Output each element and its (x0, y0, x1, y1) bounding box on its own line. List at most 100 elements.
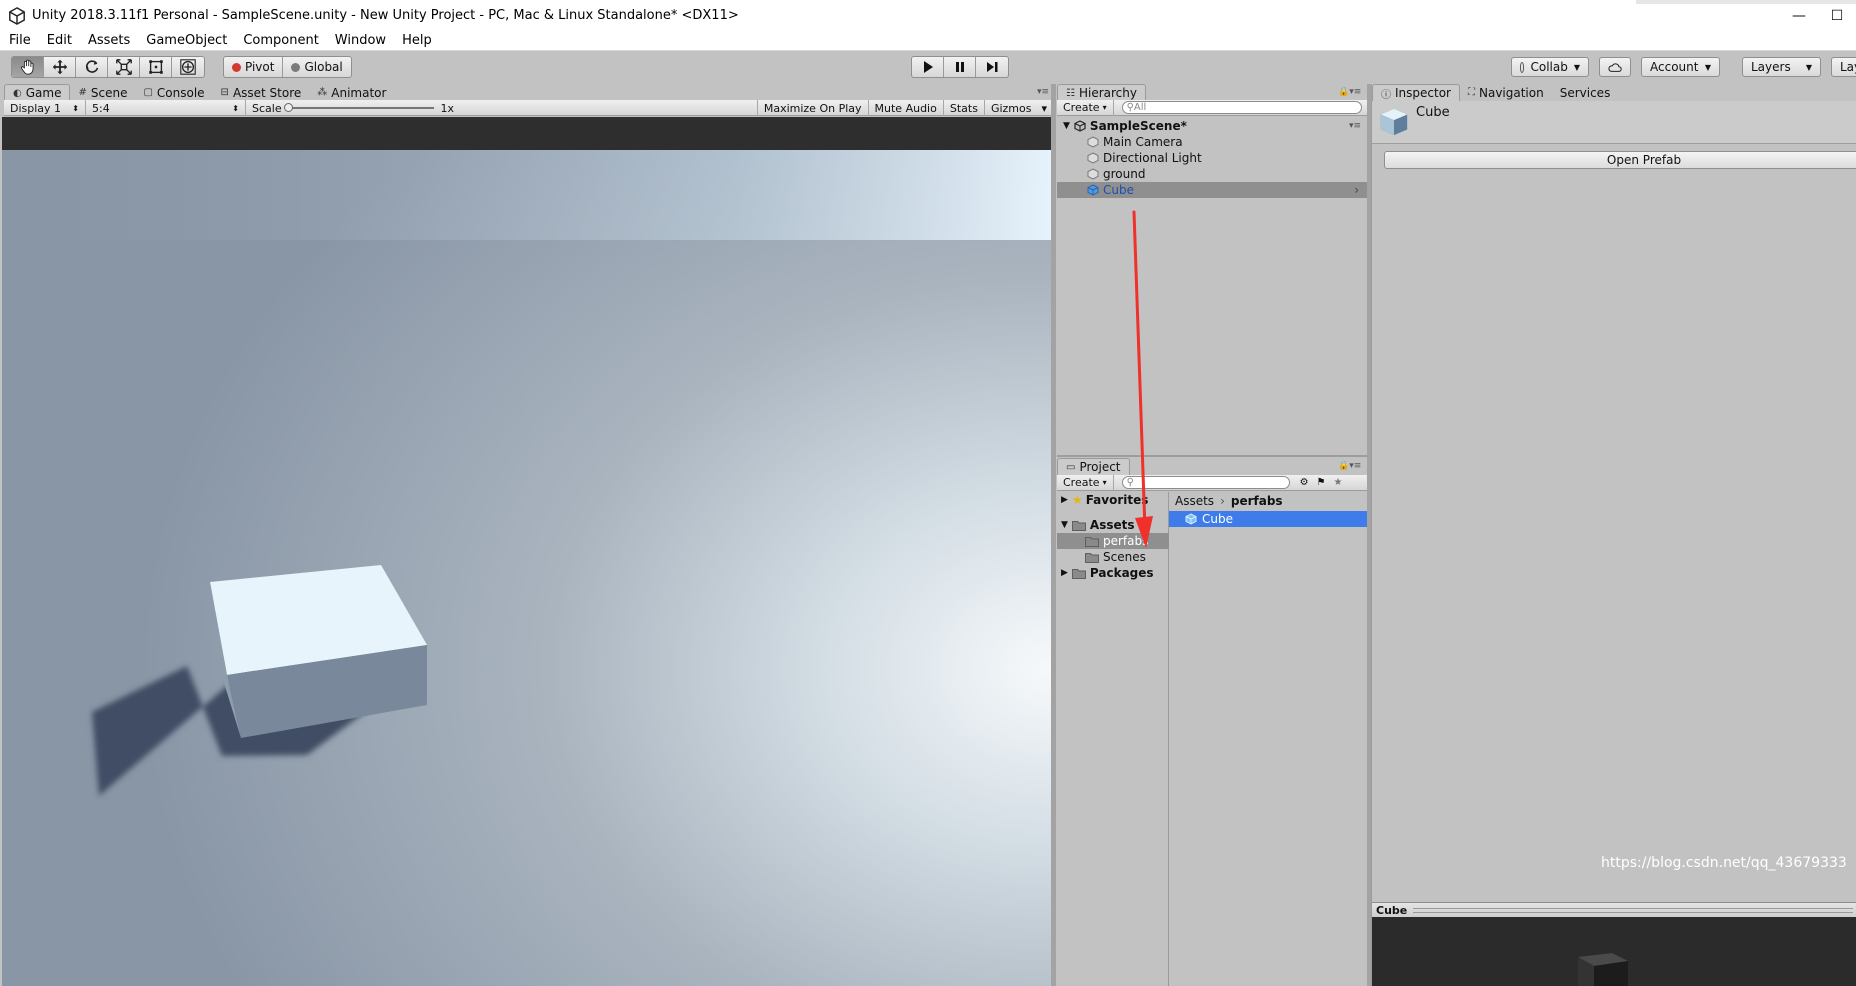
hand-tool-button[interactable] (12, 57, 44, 77)
gizmos-toggle[interactable]: Gizmos (985, 100, 1038, 116)
hierarchy-list-icon: ☷ (1066, 87, 1075, 99)
splitter-game-hierarchy[interactable] (1051, 84, 1056, 986)
hierarchy-item-directional-light[interactable]: Directional Light (1057, 150, 1367, 166)
hierarchy-item-main-camera[interactable]: Main Camera (1057, 134, 1367, 150)
pivot-toggle-button[interactable]: Pivot (224, 57, 284, 77)
tab-services[interactable]: Services (1552, 84, 1619, 101)
tab-services-label: Services (1559, 85, 1611, 100)
tab-project[interactable]: ▭ Project (1057, 458, 1130, 475)
stats-label: Stats (949, 101, 978, 115)
preview-viewport[interactable] (1372, 917, 1856, 986)
scale-label: Scale (252, 101, 282, 115)
layout-dropdown[interactable]: Lay (1831, 57, 1856, 77)
scale-slider[interactable] (283, 103, 435, 112)
project-asset-list: Assets › perfabs Cube (1169, 492, 1367, 986)
tab-inspector[interactable]: ⓘ Inspector (1372, 84, 1460, 101)
scale-control: Scale 1x (246, 100, 460, 116)
account-dropdown[interactable]: Account ▼ (1641, 57, 1720, 77)
preview-header[interactable]: Cube (1372, 902, 1856, 917)
collab-button[interactable]: Collab ▼ (1511, 57, 1589, 77)
filter-by-label-icon[interactable]: ⚑ (1317, 477, 1326, 488)
maximize-button[interactable]: ☐ (1818, 0, 1856, 31)
hierarchy-tree: ▼ SampleScene* ▾≡ Main Camera Directiona… (1057, 117, 1367, 455)
menu-file[interactable]: File (9, 33, 31, 48)
menu-window[interactable]: Window (335, 33, 386, 48)
breadcrumb-perfabs[interactable]: perfabs (1231, 494, 1283, 508)
display-dropdown[interactable]: Display 1 ⬍ (4, 100, 86, 116)
filter-by-type-icon[interactable]: ⚙ (1300, 477, 1309, 488)
inspector-header: Cube (1372, 101, 1856, 144)
menu-component[interactable]: Component (243, 33, 318, 48)
account-label: Account (1650, 60, 1699, 74)
project-panel-menu-icon[interactable]: 🔒▾≡ (1338, 461, 1361, 471)
menu-edit[interactable]: Edit (47, 33, 72, 48)
layout-label: Lay (1840, 60, 1856, 74)
preview-drag-grip[interactable] (1413, 907, 1853, 913)
step-button[interactable] (976, 57, 1008, 77)
window-title-bar: Unity 2018.3.11f1 Personal - SampleScene… (0, 0, 1856, 31)
global-toggle-button[interactable]: Global (283, 57, 350, 77)
mute-audio-toggle[interactable]: Mute Audio (869, 100, 944, 116)
global-label: Global (304, 60, 343, 74)
game-view-viewport[interactable] (2, 117, 1051, 986)
tab-scene[interactable]: # Scene (70, 84, 135, 101)
scale-slider-thumb[interactable] (283, 103, 293, 112)
gizmos-label: Gizmos (990, 101, 1032, 115)
project-create-button[interactable]: Create ▾ (1057, 474, 1114, 491)
mute-audio-label: Mute Audio (874, 101, 937, 115)
scene-root-row[interactable]: ▼ SampleScene* ▾≡ (1057, 118, 1367, 134)
rotate-tool-button[interactable] (76, 57, 108, 77)
open-prefab-chevron-icon[interactable]: › (1354, 183, 1359, 197)
hierarchy-item-ground[interactable]: ground (1057, 166, 1367, 182)
tab-console[interactable]: ▢ Console (135, 84, 212, 101)
breadcrumb-assets[interactable]: Assets (1175, 494, 1214, 508)
scene-grid-icon: # (78, 87, 87, 98)
asset-item-cube[interactable]: Cube (1169, 511, 1367, 527)
tab-game[interactable]: ◐ Game (4, 84, 71, 101)
tab-navigation[interactable]: ⛶ Navigation (1460, 84, 1552, 101)
transform-tool-button[interactable] (172, 57, 204, 77)
hierarchy-toolbar: Create ▾ ⚲ All (1057, 99, 1367, 116)
maximize-on-play-toggle[interactable]: Maximize On Play (756, 100, 869, 116)
game-panel-menu-icon[interactable]: ▾≡ (1037, 87, 1049, 97)
project-create-label: Create (1063, 476, 1100, 489)
minimize-button[interactable]: — (1780, 0, 1818, 31)
favorite-star-icon[interactable]: ★ (1334, 477, 1343, 488)
hierarchy-item-label: ground (1103, 167, 1146, 181)
hierarchy-create-button[interactable]: Create ▾ (1057, 99, 1114, 116)
tab-inspector-label: Inspector (1395, 86, 1451, 100)
info-icon: ⓘ (1381, 89, 1391, 101)
rect-tool-button[interactable] (140, 57, 172, 77)
menu-gameobject[interactable]: GameObject (146, 33, 227, 48)
cloud-button[interactable] (1599, 57, 1631, 77)
tab-hierarchy[interactable]: ☷ Hierarchy (1057, 84, 1146, 101)
tab-console-label: Console (156, 85, 205, 100)
hierarchy-item-cube[interactable]: Cube › (1057, 182, 1367, 198)
pivot-label: Pivot (245, 60, 275, 74)
cloud-icon (1608, 62, 1622, 72)
hierarchy-panel-menu-icon[interactable]: 🔒▾≡ (1338, 87, 1361, 97)
collapse-triangle-icon: ▶ (1061, 495, 1068, 505)
scale-tool-button[interactable] (108, 57, 140, 77)
aspect-label: 5:4 (92, 101, 110, 115)
tab-animator-label: Animator (331, 85, 387, 100)
menu-assets[interactable]: Assets (88, 33, 130, 48)
play-button[interactable] (912, 57, 944, 77)
play-icon (923, 61, 933, 73)
open-prefab-button[interactable]: Open Prefab (1384, 151, 1856, 169)
gizmos-caret-icon[interactable]: ▾ (1037, 100, 1051, 116)
packages-node[interactable]: ▶ Packages (1061, 565, 1154, 581)
menu-help[interactable]: Help (402, 33, 432, 48)
star-icon: ★ (1071, 493, 1083, 507)
pause-button[interactable] (944, 57, 976, 77)
layers-dropdown[interactable]: Layers ▼ (1742, 57, 1821, 77)
tab-animator[interactable]: ⁂ Animator (309, 84, 394, 101)
main-toolbar: Pivot Global Collab ▼ Account ▼ Layers ▼… (0, 51, 1856, 84)
move-tool-button[interactable] (44, 57, 76, 77)
stats-toggle[interactable]: Stats (944, 100, 985, 116)
hierarchy-search-input[interactable]: ⚲ All (1121, 101, 1362, 114)
account-caret-icon: ▼ (1704, 62, 1711, 72)
aspect-dropdown[interactable]: 5:4 ⬍ (86, 100, 246, 116)
scene-menu-icon[interactable]: ▾≡ (1349, 121, 1361, 131)
tab-asset-store[interactable]: ⊟ Asset Store (213, 84, 310, 101)
